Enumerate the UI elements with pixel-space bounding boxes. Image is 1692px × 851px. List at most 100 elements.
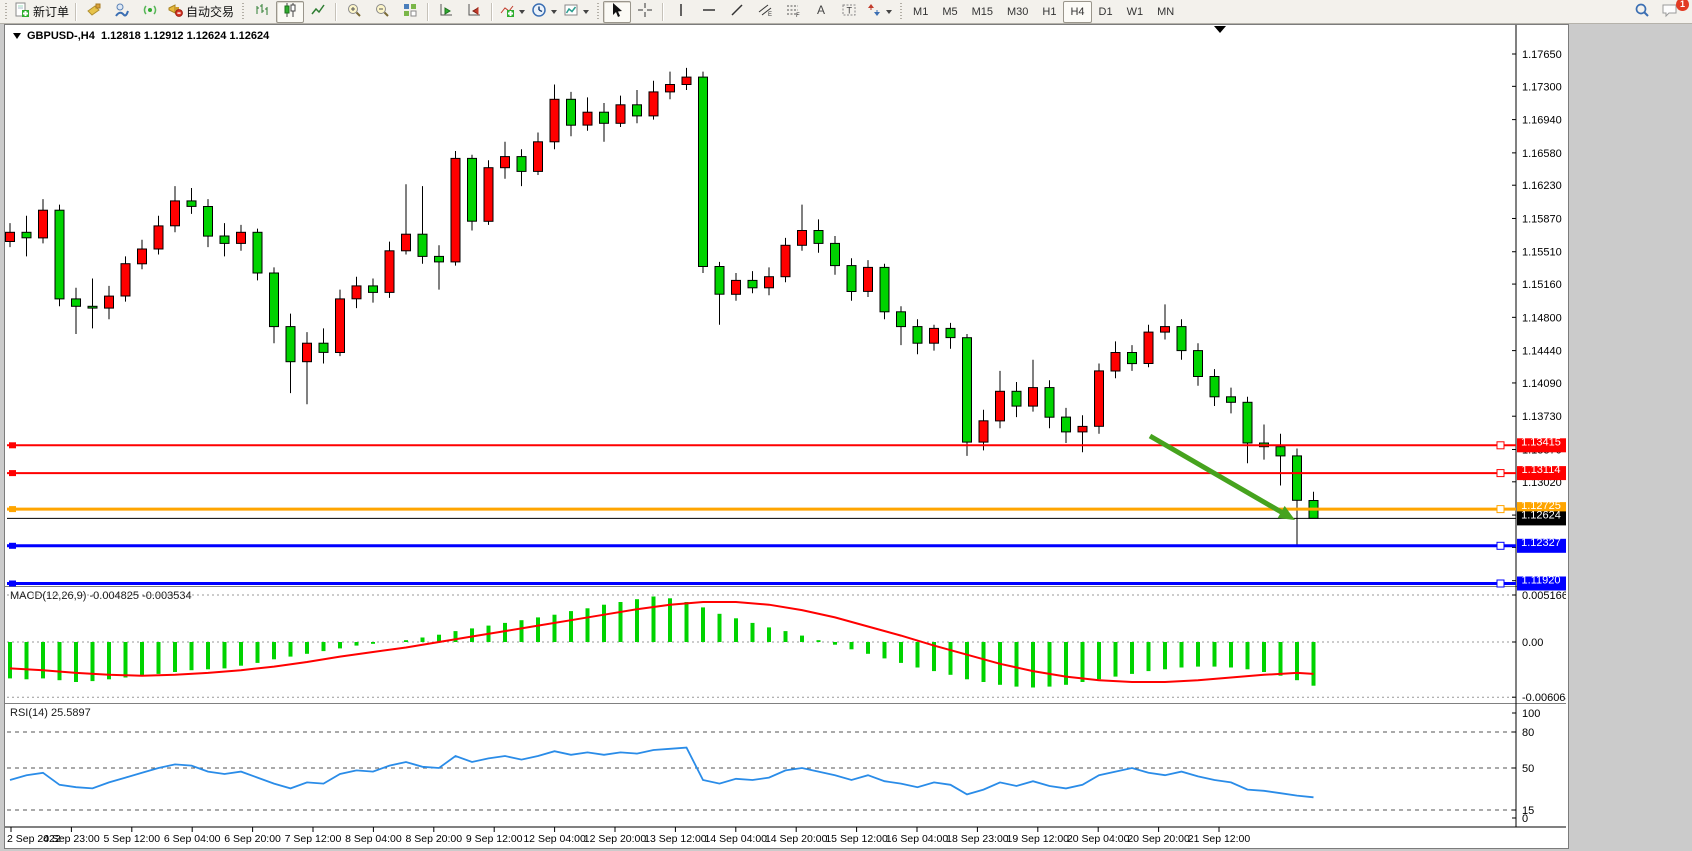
auto-trading-button[interactable]: 自动交易: [164, 1, 237, 23]
tile-windows-button[interactable]: [396, 1, 424, 23]
svg-text:1.13730: 1.13730: [1522, 411, 1562, 423]
svg-text:1.17300: 1.17300: [1522, 81, 1562, 93]
svg-text:1.12327: 1.12327: [1521, 537, 1561, 549]
svg-text:1.14090: 1.14090: [1522, 378, 1562, 390]
zoom-in-button[interactable]: [340, 1, 368, 23]
zoom-in-icon: [346, 2, 362, 21]
svg-text:5 Sep 12:00: 5 Sep 12:00: [103, 833, 160, 845]
svg-text:A: A: [817, 3, 825, 17]
profile-chart-icon: [114, 2, 130, 21]
text-button[interactable]: A: [807, 1, 835, 23]
svg-text:6 Sep 20:00: 6 Sep 20:00: [224, 833, 281, 845]
indicators-button[interactable]: [496, 1, 528, 23]
chart-shift-button[interactable]: [460, 1, 488, 23]
trendline-icon: [729, 2, 745, 21]
tab-timeframe-d1[interactable]: D1: [1092, 1, 1120, 23]
toolbar-separator: [491, 3, 493, 21]
svg-text:100: 100: [1522, 708, 1540, 720]
svg-text:9 Sep 12:00: 9 Sep 12:00: [466, 833, 523, 845]
svg-text:15 Sep 12:00: 15 Sep 12:00: [825, 833, 888, 845]
vertical-line-button[interactable]: [667, 1, 695, 23]
candlestick-chart-button[interactable]: [276, 1, 304, 23]
ohlc-values: 1.12818 1.12912 1.12624 1.12624: [101, 30, 269, 42]
crosshair-icon: [637, 2, 653, 21]
new-order-icon: [14, 2, 30, 21]
svg-text:8 Sep 04:00: 8 Sep 04:00: [345, 833, 402, 845]
quote-dropdown-icon[interactable]: [13, 33, 21, 39]
svg-text:0.00: 0.00: [1522, 637, 1543, 649]
text-icon: A: [813, 2, 829, 21]
chart-shift-icon: [466, 2, 482, 21]
toolbar-grip: [595, 3, 600, 21]
svg-text:8 Sep 20:00: 8 Sep 20:00: [405, 833, 462, 845]
arrows-button[interactable]: [863, 1, 895, 23]
text-label-button[interactable]: T: [835, 1, 863, 23]
tab-timeframe-m1[interactable]: M1: [906, 1, 935, 23]
svg-text:21 Sep 12:00: 21 Sep 12:00: [1188, 833, 1251, 845]
chevron-down-icon: [886, 10, 892, 14]
mt4-application: 新订单 自动交易 E F A T: [0, 0, 1692, 851]
svg-text:1.14440: 1.14440: [1522, 346, 1562, 358]
tab-timeframe-h4[interactable]: H4: [1063, 1, 1091, 23]
svg-text:12 Sep 04:00: 12 Sep 04:00: [523, 833, 586, 845]
new-order-button[interactable]: 新订单: [11, 1, 72, 23]
crosshair-button[interactable]: [631, 1, 659, 23]
macd-indicator-label: MACD(12,26,9) -0.004825 -0.003534: [10, 590, 192, 602]
svg-text:1.12624: 1.12624: [1521, 509, 1561, 521]
auto-trading-label: 自动交易: [186, 3, 234, 20]
svg-text:1.13114: 1.13114: [1522, 464, 1561, 476]
auto-trading-icon: [167, 2, 183, 21]
svg-text:80: 80: [1522, 727, 1534, 739]
svg-text:F: F: [796, 13, 800, 18]
chart-canvas[interactable]: 1.176501.173001.169401.165801.162301.158…: [5, 25, 1566, 846]
tab-timeframe-m30[interactable]: M30: [1000, 1, 1035, 23]
tab-timeframe-m15[interactable]: M15: [965, 1, 1000, 23]
svg-text:-0.006064: -0.006064: [1522, 692, 1566, 704]
auto-scroll-button[interactable]: [432, 1, 460, 23]
bar-chart-button[interactable]: [248, 1, 276, 23]
bar-chart-icon: [254, 2, 270, 21]
tab-timeframe-w1[interactable]: W1: [1120, 1, 1151, 23]
svg-text:6 Sep 04:00: 6 Sep 04:00: [164, 833, 221, 845]
signal-icon: [142, 2, 158, 21]
svg-text:T: T: [847, 6, 853, 16]
notifications-button[interactable]: 1: [1656, 1, 1684, 23]
periods-button[interactable]: [528, 1, 560, 23]
trendline-button[interactable]: [723, 1, 751, 23]
chevron-down-icon: [551, 10, 557, 14]
data-window-button[interactable]: [108, 1, 136, 23]
horizontal-line-icon: [701, 2, 717, 21]
tab-timeframe-h1[interactable]: H1: [1035, 1, 1063, 23]
toolbar-separator: [75, 3, 77, 21]
svg-text:16 Sep 04:00: 16 Sep 04:00: [886, 833, 949, 845]
search-button[interactable]: [1628, 1, 1656, 23]
tab-timeframe-m5[interactable]: M5: [935, 1, 964, 23]
fibonacci-button[interactable]: F: [779, 1, 807, 23]
toolbar-grip: [240, 3, 245, 21]
horizontal-line-button[interactable]: [695, 1, 723, 23]
svg-text:14 Sep 20:00: 14 Sep 20:00: [765, 833, 828, 845]
zoom-out-icon: [374, 2, 390, 21]
svg-text:1.17650: 1.17650: [1522, 49, 1562, 61]
chevron-down-icon: [583, 10, 589, 14]
vertical-line-icon: [673, 2, 689, 21]
svg-text:0: 0: [1522, 813, 1528, 825]
chevron-down-icon: [519, 10, 525, 14]
templates-button[interactable]: [560, 1, 592, 23]
signal-button[interactable]: [136, 1, 164, 23]
tab-timeframe-mn[interactable]: MN: [1150, 1, 1181, 23]
main-toolbar: 新订单 自动交易 E F A T: [0, 0, 1692, 24]
cursor-button[interactable]: [603, 1, 631, 23]
svg-text:E: E: [768, 12, 772, 18]
text-label-icon: T: [841, 2, 857, 21]
svg-text:18 Sep 23:00: 18 Sep 23:00: [946, 833, 1009, 845]
channel-icon: E: [757, 2, 773, 21]
chart-window[interactable]: 1.176501.173001.169401.165801.162301.158…: [4, 24, 1569, 849]
market-watch-button[interactable]: [80, 1, 108, 23]
svg-text:1.11920: 1.11920: [1522, 575, 1561, 587]
svg-text:7 Sep 12:00: 7 Sep 12:00: [285, 833, 342, 845]
zoom-out-button[interactable]: [368, 1, 396, 23]
line-chart-button[interactable]: [304, 1, 332, 23]
svg-text:13 Sep 12:00: 13 Sep 12:00: [644, 833, 707, 845]
equidistant-channel-button[interactable]: E: [751, 1, 779, 23]
